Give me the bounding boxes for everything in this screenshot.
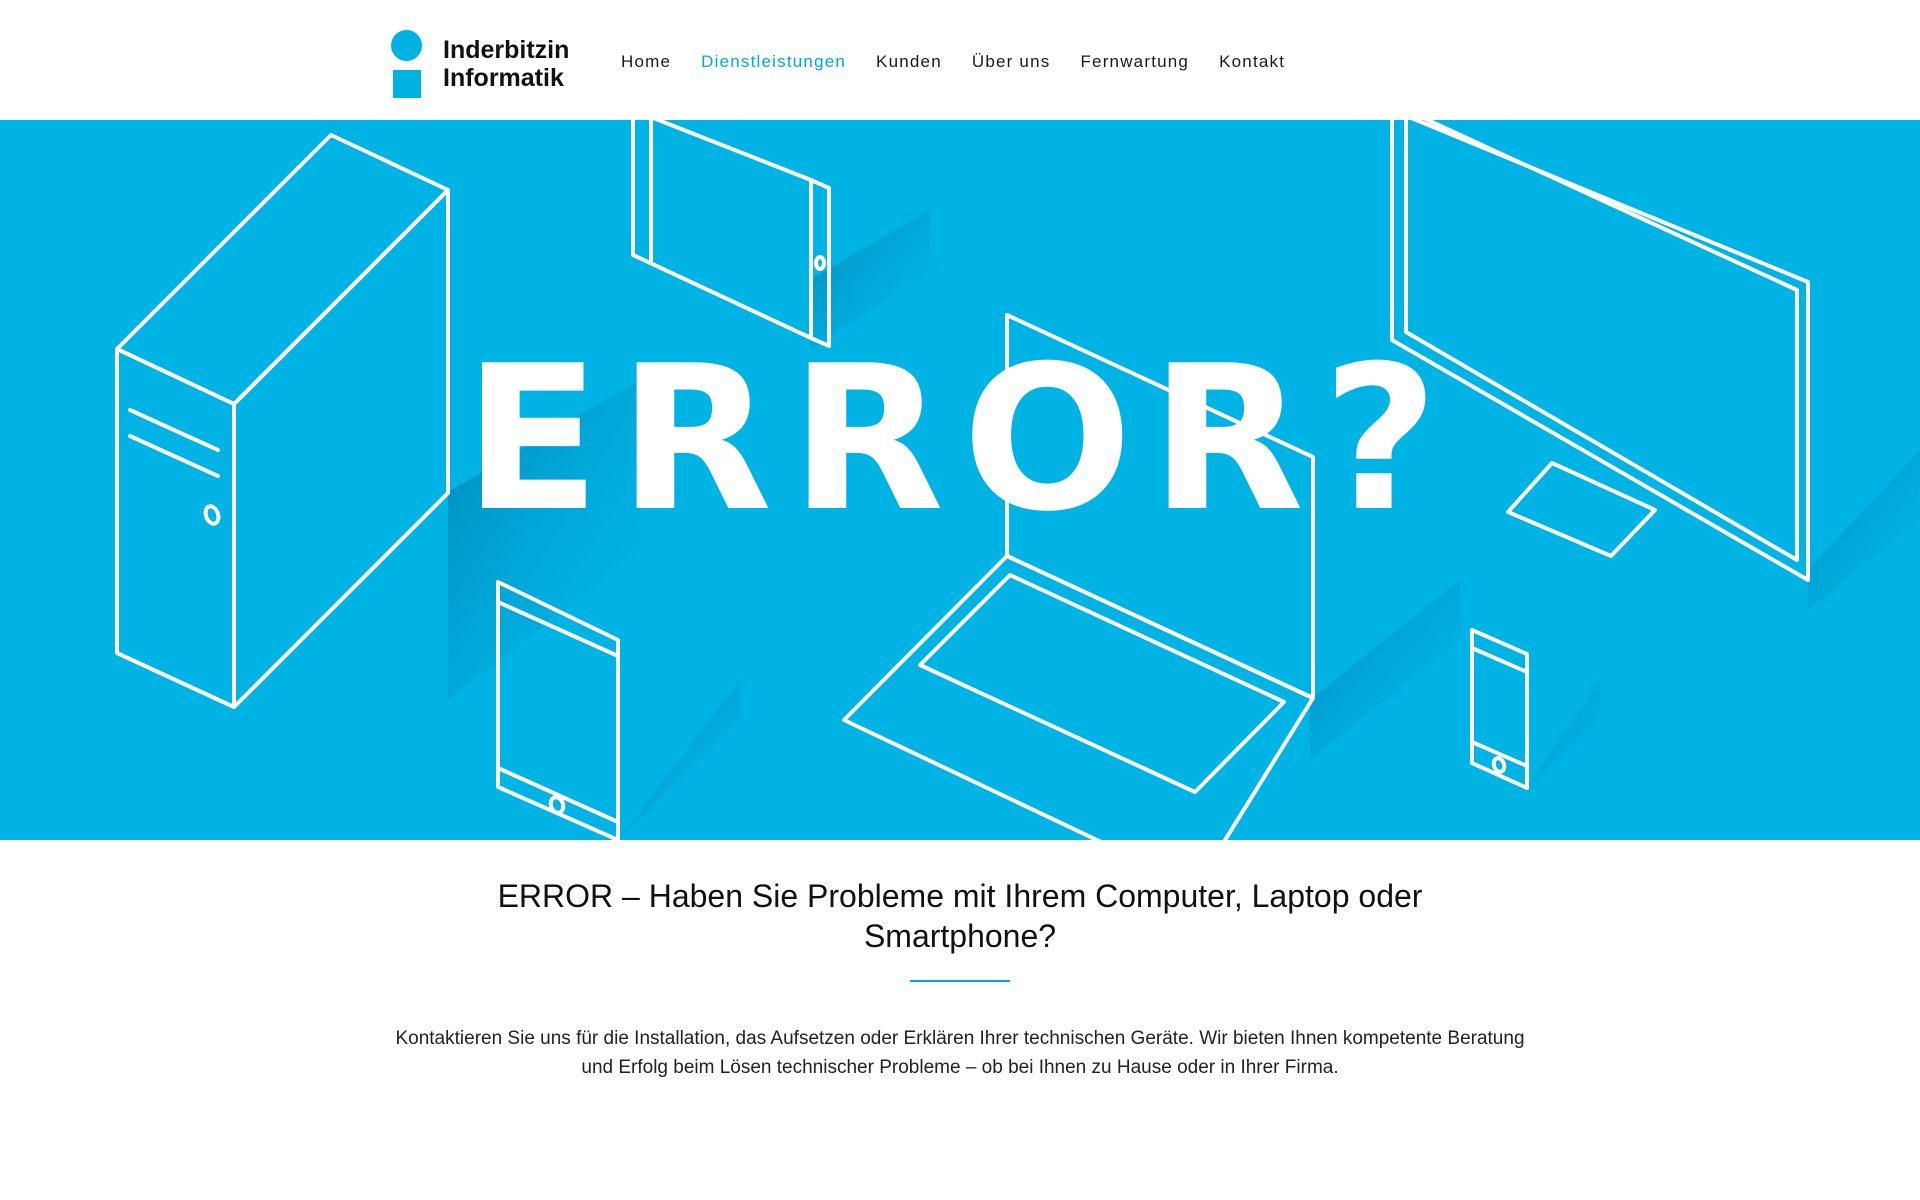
logo-square-icon (393, 70, 421, 98)
phone-shadow (1527, 680, 1600, 788)
intro-section: ERROR – Haben Sie Probleme mit Ihrem Com… (0, 876, 1920, 1082)
logo-text: Inderbitzin Informatik (443, 36, 569, 92)
smartphone-icon (1470, 628, 1529, 790)
tablet-bottom-shadow (618, 680, 740, 840)
nav-item-kontakt[interactable]: Kontakt (1219, 52, 1285, 72)
hero-title: ERROR? (463, 323, 1457, 556)
main-nav: Home Dienstleistungen Kunden Über uns Fe… (621, 52, 1315, 72)
nav-item-home[interactable]: Home (621, 52, 671, 72)
logo-line-2: Informatik (443, 64, 564, 92)
tablet-icon (631, 120, 831, 348)
nav-item-dienstleistungen[interactable]: Dienstleistungen (701, 52, 846, 72)
intro-text: Kontaktieren Sie uns für die Installatio… (395, 1028, 1525, 1078)
nav-item-ueber-uns[interactable]: Über uns (972, 52, 1051, 72)
logo-circle-icon (391, 30, 422, 61)
heading-divider (910, 980, 1010, 982)
intro-heading: ERROR – Haben Sie Probleme mit Ihrem Com… (497, 878, 1423, 954)
nav-item-fernwartung[interactable]: Fernwartung (1080, 52, 1189, 72)
nav-item-kunden[interactable]: Kunden (876, 52, 942, 72)
hero-banner: ERROR? (0, 120, 1920, 840)
laptop-shadow (1310, 580, 1460, 760)
site-header: Inderbitzin Informatik Home Dienstleistu… (0, 0, 1920, 120)
logo[interactable]: Inderbitzin Informatik (391, 30, 591, 100)
logo-line-1: Inderbitzin (443, 36, 570, 64)
